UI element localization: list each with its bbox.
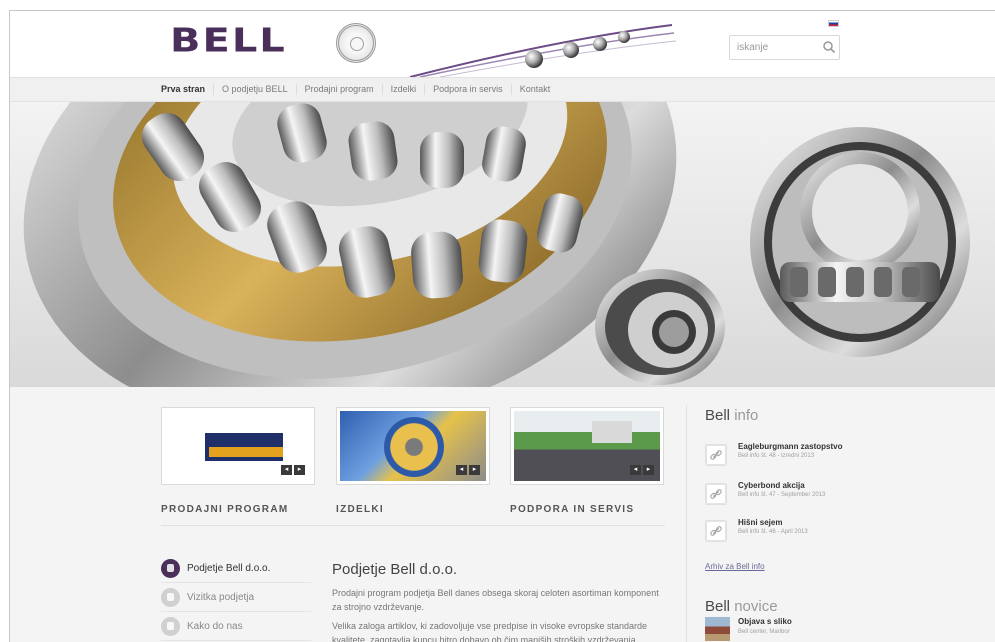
search-box bbox=[729, 35, 840, 60]
search-input[interactable] bbox=[730, 36, 818, 59]
link-icon bbox=[705, 444, 727, 466]
bell-info-item-subtitle: Bell info št. 47 - September 2013 bbox=[738, 492, 826, 498]
site-header: BELL bbox=[10, 11, 995, 78]
side-menu: Podjetje Bell d.o.o. Vizitka podjetja Ka… bbox=[161, 554, 311, 641]
content-divider bbox=[161, 525, 665, 526]
tile-podpora-image: ◂ ▸ bbox=[514, 411, 660, 481]
bell-info-item-title[interactable]: Hišni sejem bbox=[738, 518, 782, 527]
news-item-subtitle: Bell center, Maribor bbox=[738, 629, 790, 635]
bell-info-archive-link[interactable]: Arhiv za Bell info bbox=[705, 562, 765, 571]
nav-item-prva-stran[interactable]: Prva stran bbox=[161, 84, 213, 95]
tile-izdelki-image: ◂ ▸ bbox=[340, 411, 486, 481]
nav-item-prodajni-program[interactable]: Prodajni program bbox=[295, 84, 382, 95]
nav-item-kontakt[interactable]: Kontakt bbox=[510, 84, 559, 95]
bell-info-heading-bold: Bell bbox=[705, 407, 731, 424]
bell-info-item[interactable]: Eagleburgmann zastopstvo Bell info št. 4… bbox=[705, 442, 855, 470]
tile-next-button[interactable]: ▸ bbox=[643, 465, 654, 475]
link-icon bbox=[705, 520, 727, 542]
article-paragraph-2: Velika zaloga artiklov, ki zadovoljuje v… bbox=[332, 621, 648, 642]
logo-seal-icon bbox=[336, 23, 376, 63]
bell-info-item[interactable]: Cyberbond akcija Bell info št. 47 - Sept… bbox=[705, 481, 855, 509]
tile-title-podpora[interactable]: PODPORA IN SERVIS bbox=[510, 504, 634, 515]
tile-title-izdelki[interactable]: IZDELKI bbox=[336, 504, 384, 515]
briefcase-icon bbox=[161, 587, 180, 607]
bell-info-item-subtitle: Bell info št. 48 - Izredni 2013 bbox=[738, 453, 815, 459]
bell-novice-heading-bold: Bell bbox=[705, 598, 731, 615]
side-item-kako-do-nas[interactable]: Kako do nas bbox=[161, 612, 311, 641]
main-nav: Prva stran O podjetju BELL Prodajni prog… bbox=[10, 77, 995, 102]
content-area: ◂ ▸ PRODAJNI PROGRAM ◂ ▸ IZDELKI ◂ ▸ POD… bbox=[10, 387, 995, 642]
tile-next-button[interactable]: ▸ bbox=[469, 465, 480, 475]
location-pin-icon bbox=[161, 616, 180, 636]
bell-novice-item[interactable]: Objava s sliko Bell center, Maribor bbox=[705, 617, 855, 642]
article-title: Podjetje Bell d.o.o. bbox=[332, 561, 458, 578]
tile-title-prodajni-program[interactable]: PRODAJNI PROGRAM bbox=[161, 504, 288, 515]
tile-prodajni-program-image: ◂ ▸ bbox=[165, 411, 311, 481]
nav-item-izdelki[interactable]: Izdelki bbox=[381, 84, 425, 95]
tile-next-button[interactable]: ▸ bbox=[294, 465, 305, 475]
nav-item-podpora[interactable]: Podpora in servis bbox=[424, 84, 511, 95]
hero-banner bbox=[10, 102, 995, 387]
side-item-label: Kako do nas bbox=[187, 620, 243, 632]
side-item-label: Vizitka podjetja bbox=[187, 591, 255, 603]
bell-info-item-title[interactable]: Cyberbond akcija bbox=[738, 481, 805, 490]
side-item-vizitka[interactable]: Vizitka podjetja bbox=[161, 583, 311, 612]
brand-logo-stripe bbox=[209, 447, 283, 457]
bell-info-heading: Bell info bbox=[705, 407, 758, 424]
projector-screen-image bbox=[592, 421, 632, 443]
bearing-balls-decoration bbox=[410, 24, 677, 78]
nav-item-o-podjetju[interactable]: O podjetju BELL bbox=[213, 84, 296, 95]
bell-novice-heading: Bell novice bbox=[705, 598, 778, 615]
article-paragraph-1: Prodajni program podjetja Bell danes obs… bbox=[332, 588, 659, 612]
bell-info-item[interactable]: Hišni sejem Bell info št. 46 - April 201… bbox=[705, 518, 855, 546]
people-icon bbox=[161, 558, 180, 578]
tile-prodajni-program[interactable]: ◂ ▸ bbox=[161, 407, 315, 485]
news-item-title[interactable]: Objava s sliko bbox=[738, 617, 792, 626]
bell-info-item-title[interactable]: Eagleburgmann zastopstvo bbox=[738, 442, 842, 451]
side-item-label: Podjetje Bell d.o.o. bbox=[187, 562, 271, 574]
bell-info-item-subtitle: Bell info št. 46 - April 2013 bbox=[738, 529, 808, 535]
bell-novice-heading-light: novice bbox=[734, 598, 778, 615]
tile-izdelki[interactable]: ◂ ▸ bbox=[336, 407, 490, 485]
page-frame: BELL iskanje Prva stran O podjetju BELL … bbox=[9, 10, 995, 642]
tile-prev-button[interactable]: ◂ bbox=[630, 465, 641, 475]
bell-info-heading-light: info bbox=[734, 407, 759, 424]
tile-prev-button[interactable]: ◂ bbox=[456, 465, 467, 475]
bell-logo[interactable]: BELL bbox=[170, 21, 390, 67]
bearings-hero-image bbox=[23, 102, 970, 387]
search-icon[interactable] bbox=[822, 40, 836, 54]
side-item-podjetje[interactable]: Podjetje Bell d.o.o. bbox=[161, 554, 311, 583]
slovenian-flag-icon[interactable] bbox=[828, 20, 839, 27]
news-thumbnail-image[interactable] bbox=[705, 617, 730, 641]
tile-podpora[interactable]: ◂ ▸ bbox=[510, 407, 664, 485]
coupling-image bbox=[384, 417, 444, 477]
logo-wordmark: BELL bbox=[170, 22, 287, 60]
right-column-divider bbox=[686, 405, 687, 642]
tile-prev-button[interactable]: ◂ bbox=[281, 465, 292, 475]
link-icon bbox=[705, 483, 727, 505]
